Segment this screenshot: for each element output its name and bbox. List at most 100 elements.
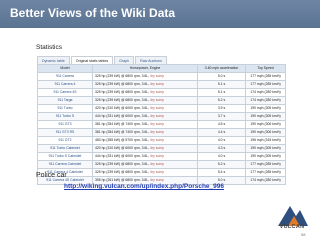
accel-cell: 4.3 s [197, 144, 246, 153]
power-cell: 420 hp (310 kW) @ 6000 rpm, 3.6L, dry su… [92, 144, 198, 153]
power-text: 325 hp (239 kW) @ 6800 rpm, 3.6L [95, 90, 149, 94]
model-cell[interactable]: 911 Turbo Cabriolet [37, 144, 93, 153]
dyno-link[interactable]: dry sump [150, 82, 164, 86]
dyno-link[interactable]: dry sump [150, 114, 164, 118]
model-cell[interactable]: 911 GT2 [37, 136, 93, 145]
table-header-row: Model Horsepower, Engine 0-60 mph accele… [37, 64, 286, 73]
model-cell[interactable]: 911 Turbo S [37, 112, 93, 121]
image-caption: Police car [36, 172, 67, 179]
top-speed-cell: 196 mph (315 km/h) [245, 136, 286, 145]
table-row: 911 Carrera 4S 325 hp (239 kW) @ 6800 rpm… [37, 88, 286, 97]
dyno-link[interactable]: dry sump [150, 122, 164, 126]
specs-table: Model Horsepower, Engine 0-60 mph accele… [37, 64, 286, 185]
power-text: 420 hp (310 kW) @ 6000 rpm, 3.6L [95, 106, 149, 110]
power-text: 381 hp (284 kW) @ 7400 rpm, 3.6L [95, 122, 149, 126]
top-speed-cell: 190 mph (306 km/h) [245, 120, 286, 129]
wiki-link[interactable]: http://wiking.vulcan.com/up/index.php/Po… [64, 183, 224, 190]
model-cell[interactable]: 911 Carrera 4 [37, 80, 93, 89]
table-row: 911 Turbo 420 hp (310 kW) @ 6000 rpm, 3.6… [37, 104, 286, 113]
top-speed-cell: 190 mph (306 km/h) [245, 128, 286, 137]
accel-cell: 4.4 s [197, 128, 246, 137]
power-text: 420 hp (310 kW) @ 6000 rpm, 3.6L [95, 146, 149, 150]
dyno-link[interactable]: dry sump [150, 178, 164, 182]
accel-cell: 5.4 s [197, 168, 246, 177]
power-text: 444 hp (331 kW) @ 6000 rpm, 3.6L [95, 114, 149, 118]
accel-cell: 4.0 s [197, 152, 246, 161]
model-cell[interactable]: 911 GT3 RS [37, 128, 93, 137]
power-cell: 325 hp (239 kW) @ 6800 rpm, 3.6L, dry su… [92, 160, 198, 169]
top-speed-cell: 190 mph (305 km/h) [245, 144, 286, 153]
dyno-link[interactable]: dry sump [150, 74, 164, 78]
table-row: 911 Turbo S 444 hp (331 kW) @ 6000 rpm, 3… [37, 112, 286, 121]
table-row: 911 Carrera 4 325 hp (239 kW) @ 6800 rpm,… [37, 80, 286, 89]
dyno-link[interactable]: dry sump [150, 146, 164, 150]
accel-cell: 5.0 s [197, 72, 246, 81]
dyno-link[interactable]: dry sump [150, 138, 164, 142]
top-speed-cell: 177 mph (285 km/h) [245, 80, 286, 89]
top-speed-cell: 190 mph (305 km/h) [245, 112, 286, 121]
table-row: 911 GT3 RS 381 hp (284 kW) @ 7400 rpm, 3.… [37, 128, 286, 137]
table-row: 911 Turbo S Cabriolet 444 hp (331 kW) @ 6… [37, 152, 286, 161]
model-cell[interactable]: 911 GT3 [37, 120, 93, 129]
power-text: 325 hp (239 kW) @ 6800 rpm, 3.6L [95, 98, 149, 102]
model-cell[interactable]: 911 Turbo [37, 104, 93, 113]
accel-cell: 5.2 s [197, 96, 246, 105]
table-row: 911 Turbo Cabriolet 420 hp (310 kW) @ 600… [37, 144, 286, 153]
top-speed-cell: 177 mph (285 km/h) [245, 168, 286, 177]
table-row: 911 GT2 483 hp (355 kW) @ 5700 rpm, 3.6L,… [37, 136, 286, 145]
model-cell[interactable]: 911 Turbo S Cabriolet [37, 152, 93, 161]
top-speed-cell: 190 mph (305 km/h) [245, 104, 286, 113]
dyno-link[interactable]: dry sump [150, 90, 164, 94]
dyno-link[interactable]: dry sump [150, 154, 164, 158]
table-row: 911 Carrera 4 Cabriolet 325 hp (239 kW) @… [37, 168, 286, 177]
logo-text: VULCAN [279, 224, 305, 230]
column-header[interactable]: Model [37, 64, 93, 73]
model-cell[interactable]: 911 Carrera Cabriolet [37, 160, 93, 169]
power-text: 325 hp (239 kW) @ 6800 rpm, 3.6L [95, 74, 149, 78]
tab-0[interactable]: Dynamic table [37, 56, 70, 64]
power-cell: 444 hp (331 kW) @ 6000 rpm, 3.6L, dry su… [92, 152, 198, 161]
top-speed-cell: 174 mph (280 km/h) [245, 96, 286, 105]
power-text: 381 hp (284 kW) @ 7400 rpm, 3.6L [95, 130, 149, 134]
accel-cell: 3.9 s [197, 104, 246, 113]
accel-cell: 3.7 s [197, 112, 246, 121]
power-cell: 381 hp (284 kW) @ 7400 rpm, 3.6L, dry su… [92, 120, 198, 129]
dyno-link[interactable]: dry sump [150, 130, 164, 134]
column-header[interactable]: Horsepower, Engine [92, 64, 198, 73]
power-cell: 444 hp (331 kW) @ 6000 rpm, 3.6L, dry su… [92, 112, 198, 121]
power-text: 355 hp (261 kW) @ 6800 rpm, 3.8L [95, 178, 149, 182]
column-header[interactable]: Top Speed [245, 64, 286, 73]
accel-cell: 4.5 s [197, 120, 246, 129]
model-cell[interactable]: 911 Carrera 4S [37, 88, 93, 97]
tab-3[interactable]: Raw Auctions [135, 56, 167, 64]
statistics-heading: Statistics [36, 44, 63, 51]
power-text: 325 hp (239 kW) @ 6800 rpm, 3.6L [95, 170, 149, 174]
accel-cell: 5.2 s [197, 160, 246, 169]
dyno-link[interactable]: dry sump [150, 98, 164, 102]
accel-cell: 5.1 s [197, 88, 246, 97]
dyno-link[interactable]: dry sump [150, 106, 164, 110]
model-cell[interactable]: 911 Targa [37, 96, 93, 105]
table-row: 911 Carrera 325 hp (239 kW) @ 6800 rpm, 3… [37, 72, 286, 81]
power-cell: 483 hp (355 kW) @ 5700 rpm, 3.6L, dry su… [92, 136, 198, 145]
model-cell[interactable]: 911 Carrera [37, 72, 93, 81]
power-cell: 325 hp (239 kW) @ 6800 rpm, 3.6L, dry su… [92, 168, 198, 177]
slide-title: Better Views of the Wiki Data [10, 6, 176, 20]
column-header[interactable]: 0-60 mph acceleration [197, 64, 246, 73]
slide-header: Better Views of the Wiki Data [0, 0, 320, 28]
power-text: 483 hp (355 kW) @ 5700 rpm, 3.6L [95, 138, 149, 142]
power-cell: 420 hp (310 kW) @ 6000 rpm, 3.6L, dry su… [92, 104, 198, 113]
tab-1[interactable]: Original static tables [70, 56, 114, 64]
power-text: 444 hp (331 kW) @ 6000 rpm, 3.6L [95, 154, 149, 158]
power-text: 325 hp (239 kW) @ 6800 rpm, 3.6L [95, 162, 149, 166]
power-cell: 325 hp (239 kW) @ 6800 rpm, 3.6L, dry su… [92, 80, 198, 89]
power-cell: 325 hp (239 kW) @ 6800 rpm, 3.6L, dry su… [92, 72, 198, 81]
table-row: 911 GT3 381 hp (284 kW) @ 7400 rpm, 3.6L,… [37, 120, 286, 129]
tab-2[interactable]: Graph [114, 56, 135, 64]
power-cell: 325 hp (239 kW) @ 6800 rpm, 3.6L, dry su… [92, 88, 198, 97]
page-number: 58 [301, 232, 306, 237]
top-speed-cell: 177 mph (285 km/h) [245, 72, 286, 81]
dyno-link[interactable]: dry sump [150, 162, 164, 166]
top-speed-cell: 177 mph (285 km/h) [245, 160, 286, 169]
dyno-link[interactable]: dry sump [150, 170, 164, 174]
